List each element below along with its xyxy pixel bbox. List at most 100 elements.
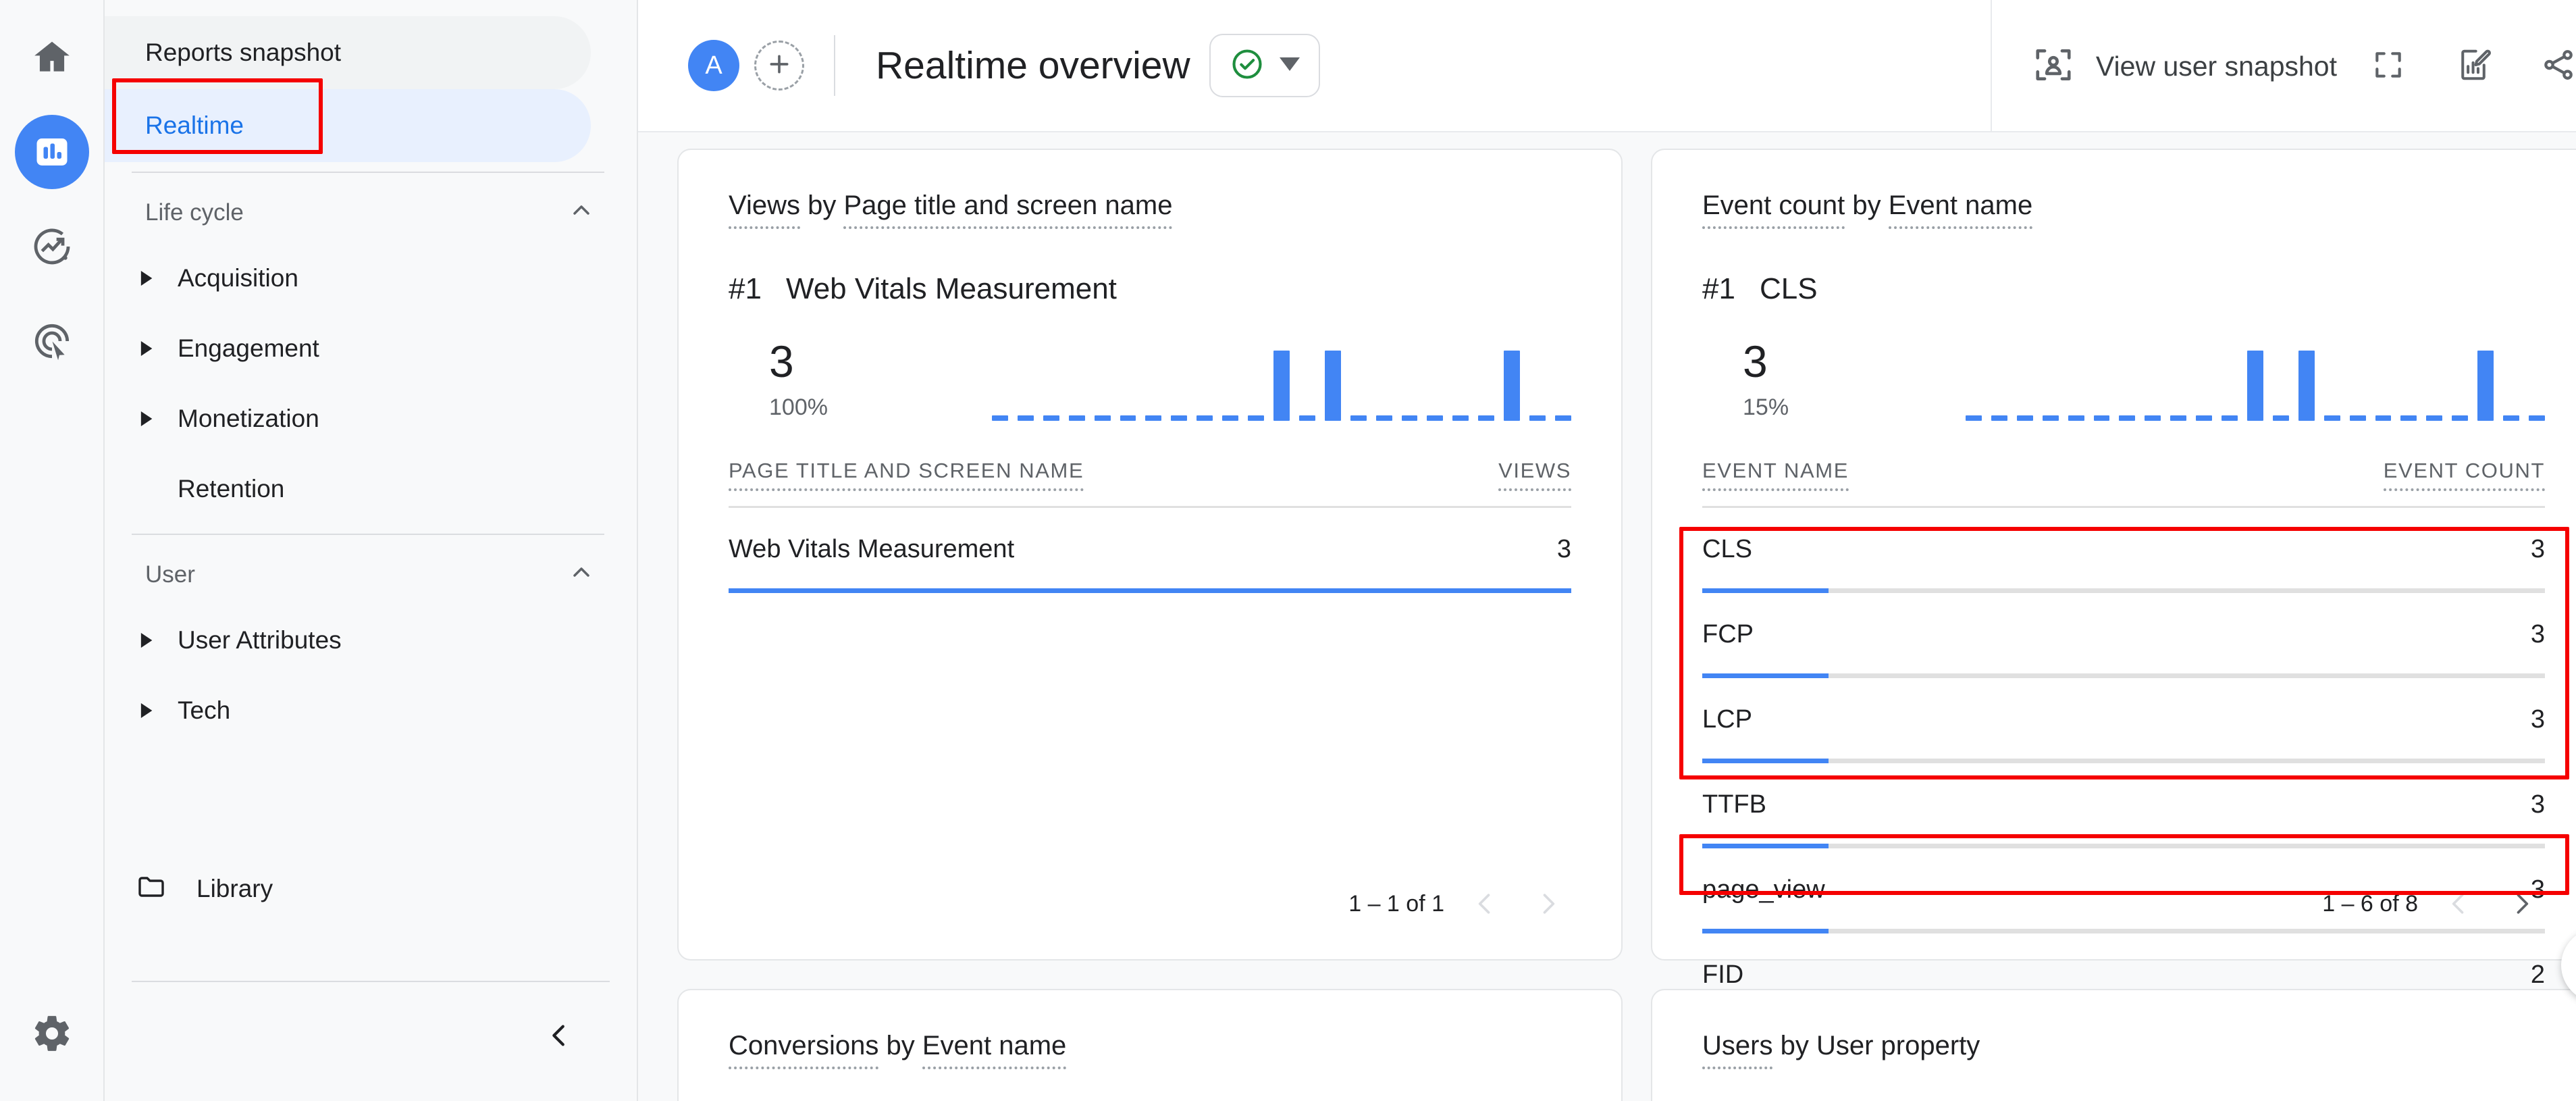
rail-item-admin[interactable] [15, 996, 89, 1071]
events-rank-name: CLS [1759, 272, 1818, 305]
events-row-name: page_view [1702, 875, 1825, 904]
top-bar: A Realtime overview View user snapshot [638, 0, 2576, 132]
views-metric-value: 3 [769, 336, 794, 386]
conversions-card: Conversions by Event name [677, 989, 1623, 1101]
analytics-app: Reports snapshot Realtime Life cycle Acq… [0, 0, 2576, 1101]
sparkline-bar [1504, 351, 1521, 421]
views-metric-block: 3 100% [729, 326, 1571, 421]
share-button[interactable] [2525, 32, 2576, 100]
users-card-title: Users by User property [1702, 1031, 2545, 1069]
view-user-snapshot-button[interactable]: View user snapshot [2032, 44, 2337, 89]
sparkline-bar [2068, 415, 2084, 421]
avatar[interactable]: A [688, 40, 739, 91]
customize-report-button[interactable] [2440, 32, 2507, 100]
sparkline-bar [2016, 415, 2033, 421]
views-next-page-button[interactable] [1525, 881, 1571, 927]
sparkline-bar [1197, 415, 1213, 421]
table-row[interactable]: LCP 3 [1702, 678, 2545, 763]
sidebar-divider-1 [132, 172, 604, 173]
events-col-dimension[interactable]: EVENT NAME [1702, 459, 1849, 491]
triangle-right-icon [132, 411, 163, 426]
events-prev-page-button[interactable] [2436, 881, 2481, 927]
rail-item-home[interactable] [15, 20, 89, 95]
sidebar-item-realtime[interactable]: Realtime [105, 89, 591, 162]
events-card-dimension-link[interactable]: Event name [1888, 190, 2033, 229]
table-row[interactable]: FCP 3 [1702, 593, 2545, 678]
events-table: EVENT NAME EVENT COUNT CLS 3 FCP 3 LCP 3 TTFB 3… [1702, 459, 2545, 1019]
table-row[interactable]: Web Vitals Measurement 3 [729, 508, 1571, 593]
sidebar-item-retention[interactable]: Retention [105, 454, 637, 524]
check-circle-icon [1230, 47, 1265, 85]
sidebar-group-label: Life cycle [145, 199, 244, 226]
sidebar-item-label: Realtime [145, 111, 244, 139]
sparkline-bar [2528, 415, 2545, 421]
sidebar-group-life-cycle[interactable]: Life cycle [105, 182, 637, 243]
data-status-chip[interactable] [1209, 34, 1320, 97]
fullscreen-button[interactable] [2355, 32, 2422, 100]
sparkline-bar [2426, 415, 2443, 421]
views-metric-left: 3 100% [729, 338, 891, 421]
sidebar-group-user[interactable]: User [105, 544, 637, 605]
sidebar-item-label: Tech [178, 696, 231, 724]
rail-item-explore[interactable] [15, 209, 89, 284]
views-pagination-label: 1 – 1 of 1 [1348, 890, 1444, 917]
avatar-initial: A [705, 51, 722, 80]
sparkline-bar [2196, 415, 2213, 421]
sidebar-item-monetization[interactable]: Monetization [105, 384, 637, 454]
events-card-metric-link[interactable]: Event count [1702, 190, 1845, 229]
chevron-up-icon [568, 197, 595, 230]
reports-icon [32, 132, 72, 172]
events-table-header: EVENT NAME EVENT COUNT [1702, 459, 2545, 491]
events-col-metric[interactable]: EVENT COUNT [2383, 459, 2545, 491]
conversions-card-title: Conversions by Event name [729, 1031, 1571, 1069]
view-user-snapshot-label: View user snapshot [2095, 50, 2337, 82]
views-pagination: 1 – 1 of 1 [1348, 881, 1571, 927]
table-row[interactable]: TTFB 3 [1702, 763, 2545, 848]
events-row-inner: LCP 3 [1702, 705, 2545, 734]
page-title: Realtime overview [876, 44, 1190, 87]
table-row[interactable]: CLS 3 [1702, 508, 2545, 593]
sidebar-item-acquisition[interactable]: Acquisition [105, 243, 637, 313]
users-card-metric-link[interactable]: Users [1702, 1031, 1773, 1069]
events-row-value: 3 [2530, 620, 2545, 648]
sparkline-bar [1452, 415, 1469, 421]
users-card-dimension-link[interactable]: User property [1816, 1031, 1980, 1060]
views-col-dimension[interactable]: PAGE TITLE AND SCREEN NAME [729, 459, 1084, 491]
add-comparison-button[interactable] [754, 41, 804, 91]
sidebar-item-reports-snapshot[interactable]: Reports snapshot [105, 16, 591, 89]
sparkline-bar [1375, 415, 1392, 421]
views-prev-page-button[interactable] [1462, 881, 1508, 927]
sidebar-item-user-attributes[interactable]: User Attributes [105, 605, 637, 675]
fullscreen-icon [2371, 48, 2405, 85]
conversions-card-by: by [886, 1031, 915, 1060]
events-next-page-button[interactable] [2499, 881, 2545, 927]
views-card-dimension-link[interactable]: Page title and screen name [843, 190, 1173, 229]
events-row-progress [1702, 929, 2545, 933]
sparkline-bar [2349, 415, 2366, 421]
sidebar-item-label: Engagement [178, 334, 319, 362]
sparkline-bar [2477, 351, 2494, 421]
events-row-inner: FCP 3 [1702, 620, 2545, 649]
share-icon [2540, 47, 2576, 86]
events-metric-percent: 15% [1743, 394, 1789, 420]
views-card-metric-link[interactable]: Views [729, 190, 800, 229]
events-row-name: FID [1702, 961, 1744, 989]
views-rank-name: Web Vitals Measurement [785, 272, 1117, 305]
events-row-progress-fill [1702, 929, 1829, 933]
events-row-value: 3 [2530, 790, 2545, 819]
user-snapshot-icon [2032, 44, 2074, 89]
views-col-metric[interactable]: VIEWS [1498, 459, 1571, 491]
sidebar-divider-3 [132, 981, 610, 982]
events-row-value: 2 [2530, 961, 2545, 989]
sparkline-bar [992, 415, 1008, 421]
sidebar-item-library[interactable]: Library [105, 854, 637, 924]
conversions-card-metric-link[interactable]: Conversions [729, 1031, 879, 1069]
collapse-nav-button[interactable] [535, 1013, 583, 1060]
conversions-card-dimension-link[interactable]: Event name [922, 1031, 1067, 1069]
sidebar-item-tech[interactable]: Tech [105, 675, 637, 746]
rail-item-reports[interactable] [14, 115, 89, 189]
sparkline-bar [1094, 415, 1111, 421]
events-row-progress-fill [1702, 588, 1829, 593]
sidebar-item-engagement[interactable]: Engagement [105, 313, 637, 384]
rail-item-advertising[interactable] [15, 304, 89, 378]
